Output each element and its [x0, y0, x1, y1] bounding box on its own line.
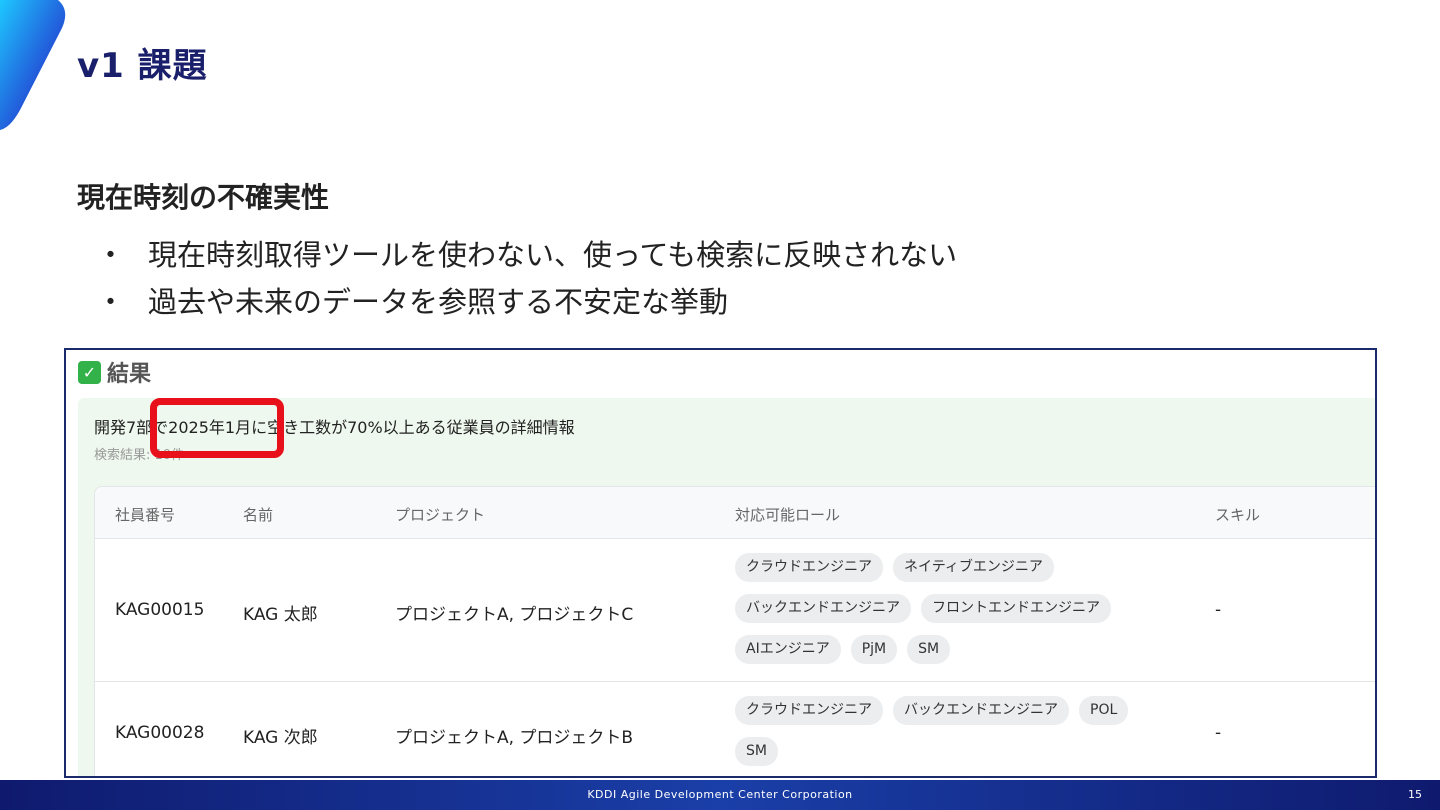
result-title: 結果 — [107, 362, 152, 387]
column-header-name[interactable]: 名前 — [243, 504, 273, 525]
role-tag: POL — [1079, 696, 1129, 725]
role-tags: クラウドエンジニア ネイティブエンジニア バックエンドエンジニア フロントエンド… — [735, 553, 1165, 664]
role-tag: バックエンドエンジニア — [735, 594, 911, 623]
employee-id: KAG00028 — [115, 723, 205, 743]
bullet-item: ・過去や未来のデータを参照する不安定な挙動 — [96, 279, 957, 326]
employee-table: 社員番号 名前 プロジェクト 対応可能ロール スキル KAG00015 KAG … — [94, 486, 1375, 776]
highlight-box — [150, 398, 284, 458]
role-tag: バックエンドエンジニア — [893, 696, 1069, 725]
column-header-roles[interactable]: 対応可能ロール — [735, 504, 840, 525]
column-header-id[interactable]: 社員番号 — [115, 504, 175, 525]
table-row[interactable]: KAG00015 KAG 太郎 プロジェクトA, プロジェクトC クラウドエンジ… — [95, 539, 1375, 682]
corner-decoration — [0, 0, 66, 130]
column-header-project[interactable]: プロジェクト — [395, 504, 485, 525]
role-tag: PjM — [850, 635, 898, 664]
footer-company: KDDI Agile Development Center Corporatio… — [587, 788, 853, 801]
result-heading: ✓ 結果 — [78, 356, 151, 388]
section-heading: 現在時刻の不確実性 — [77, 181, 330, 214]
bullet-mark: ・ — [96, 238, 126, 272]
table-header: 社員番号 名前 プロジェクト 対応可能ロール スキル — [95, 487, 1375, 539]
employee-name: KAG 太郎 — [243, 605, 318, 625]
employee-name: KAG 次郎 — [243, 728, 318, 748]
bullet-text: 現在時刻取得ツールを使わない、使っても検索に反映されない — [148, 238, 958, 272]
role-tags: クラウドエンジニア バックエンドエンジニア POL SM — [735, 696, 1165, 766]
role-tag: SM — [735, 737, 778, 766]
role-tag: フロントエンドエンジニア — [921, 594, 1111, 623]
check-icon: ✓ — [78, 360, 101, 384]
role-tag: クラウドエンジニア — [735, 553, 883, 582]
footer-bar: KDDI Agile Development Center Corporatio… — [0, 780, 1440, 810]
employee-id: KAG00015 — [115, 600, 205, 620]
bullet-text: 過去や未来のデータを参照する不安定な挙動 — [148, 285, 729, 319]
employee-skills: - — [1215, 600, 1222, 620]
role-tag: クラウドエンジニア — [735, 696, 883, 725]
bullet-item: ・現在時刻取得ツールを使わない、使っても検索に反映されない — [96, 232, 957, 279]
slide-title: v1 課題 — [77, 46, 208, 86]
role-tag: ネイティブエンジニア — [893, 553, 1054, 582]
employee-projects: プロジェクトA, プロジェクトB — [395, 728, 634, 748]
bullet-list: ・現在時刻取得ツールを使わない、使っても検索に反映されない ・過去や未来のデータ… — [96, 232, 957, 326]
column-header-skills[interactable]: スキル — [1215, 504, 1260, 525]
page-number: 15 — [1408, 788, 1422, 801]
table-row[interactable]: KAG00028 KAG 次郎 プロジェクトA, プロジェクトB クラウドエンジ… — [95, 682, 1375, 776]
employee-projects: プロジェクトA, プロジェクトC — [395, 605, 634, 625]
role-tag: SM — [907, 635, 951, 664]
role-tag: AIエンジニア — [735, 635, 841, 664]
bullet-mark: ・ — [96, 285, 126, 319]
employee-skills: - — [1215, 723, 1222, 743]
